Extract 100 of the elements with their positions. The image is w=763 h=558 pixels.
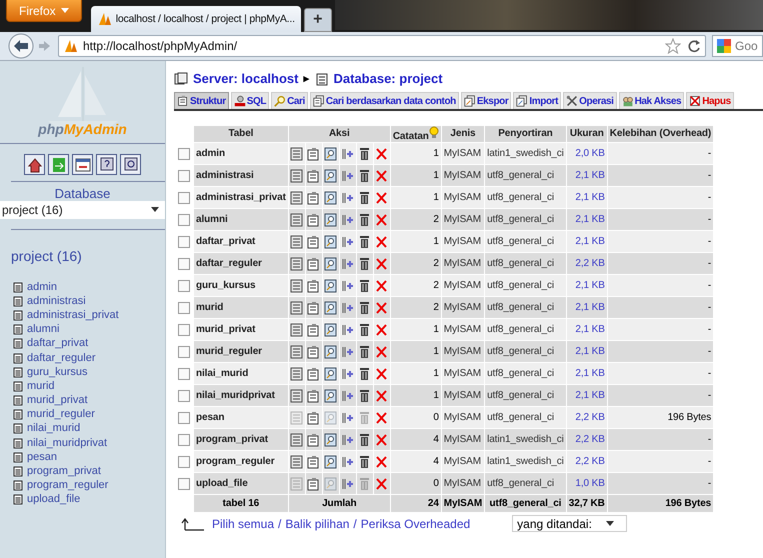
table-icon[interactable] (13, 282, 23, 293)
back-icon[interactable] (6, 33, 36, 59)
bulk-link[interactable]: Periksa Overheaded (360, 516, 470, 530)
table-icon[interactable] (13, 409, 23, 420)
empty-icon[interactable] (358, 234, 372, 248)
structure-icon[interactable] (307, 234, 320, 248)
row-checkbox[interactable] (178, 236, 190, 248)
table-link[interactable]: administrasi_privat (27, 308, 119, 322)
column-header[interactable]: Penyortiran (485, 126, 566, 142)
browse-icon[interactable] (290, 146, 304, 160)
structure-icon[interactable] (307, 190, 320, 204)
table-icon[interactable] (13, 395, 23, 406)
browse-icon[interactable] (290, 212, 304, 226)
search-icon[interactable] (324, 234, 338, 248)
column-header[interactable]: Tabel (194, 126, 288, 142)
browse-icon[interactable] (290, 234, 304, 248)
empty-icon[interactable] (358, 322, 372, 336)
search-icon[interactable] (324, 146, 338, 160)
database-select[interactable]: project (16) (0, 201, 165, 219)
insert-icon[interactable] (341, 410, 354, 424)
tab[interactable]: SQL (230, 92, 270, 109)
tab[interactable]: Cari (271, 92, 308, 109)
column-header[interactable]: Aksi (288, 126, 390, 142)
empty-icon[interactable] (358, 344, 372, 358)
structure-icon[interactable] (307, 168, 320, 182)
drop-icon[interactable] (375, 454, 388, 468)
insert-icon[interactable] (341, 366, 354, 380)
structure-icon[interactable] (307, 212, 320, 226)
table-link[interactable]: daftar_reguler (27, 352, 96, 365)
table-icon[interactable] (13, 438, 23, 449)
insert-icon[interactable] (341, 256, 354, 270)
table-name-link[interactable]: alumni (196, 214, 228, 225)
server-link[interactable]: Server: localhost (193, 71, 298, 86)
table-link[interactable]: alumni (27, 323, 60, 336)
sql-window-button[interactable] (72, 154, 93, 175)
search-icon[interactable] (324, 168, 338, 182)
drop-icon[interactable] (375, 278, 388, 292)
row-checkbox[interactable] (178, 192, 190, 204)
search-icon[interactable] (324, 278, 338, 292)
row-checkbox[interactable] (178, 390, 190, 402)
table-icon[interactable] (13, 366, 23, 378)
search-icon[interactable] (324, 190, 338, 204)
insert-icon[interactable] (341, 476, 354, 490)
browser-tab[interactable]: localhost / localhost / project | phpMyA... (90, 6, 301, 32)
insert-icon[interactable] (341, 212, 354, 226)
empty-icon[interactable] (358, 168, 372, 182)
browse-icon[interactable] (290, 388, 304, 402)
query-button[interactable] (120, 154, 141, 175)
database-link[interactable]: project (16) (0, 230, 165, 280)
browse-icon[interactable] (290, 168, 304, 182)
insert-icon[interactable] (341, 190, 354, 204)
table-link[interactable]: murid (27, 380, 55, 393)
insert-icon[interactable] (341, 344, 354, 358)
structure-icon[interactable] (307, 344, 320, 358)
empty-icon[interactable] (358, 366, 372, 380)
database-link[interactable]: Database: project (334, 71, 443, 86)
browse-icon[interactable] (290, 190, 304, 204)
table-icon[interactable] (13, 310, 23, 321)
drop-icon[interactable] (375, 322, 388, 336)
structure-icon[interactable] (307, 388, 320, 402)
empty-icon[interactable] (358, 388, 372, 402)
search-icon[interactable] (324, 454, 338, 468)
tab[interactable]: Ekspor (460, 92, 512, 109)
table-name-link[interactable]: murid (196, 302, 224, 313)
tab[interactable]: Cari berdasarkan data contoh (310, 92, 459, 109)
action-select[interactable]: yang ditandai: (512, 515, 628, 532)
empty-icon[interactable] (358, 300, 372, 314)
table-link[interactable]: murid_privat (27, 394, 88, 408)
table-icon[interactable] (13, 466, 23, 478)
table-icon[interactable] (13, 352, 23, 364)
row-checkbox[interactable] (178, 170, 190, 182)
table-name-link[interactable]: pesan (196, 412, 224, 423)
browse-icon[interactable] (290, 322, 304, 336)
table-link[interactable]: administrasi (27, 294, 86, 308)
column-header[interactable]: Kelebihan (Overhead) (608, 126, 714, 142)
search-field[interactable]: Goo (712, 35, 763, 57)
row-checkbox[interactable] (178, 302, 190, 314)
row-checkbox[interactable] (178, 434, 190, 446)
table-link[interactable]: daftar_privat (27, 337, 88, 350)
table-link[interactable]: murid_reguler (27, 408, 95, 422)
browse-icon[interactable] (290, 278, 304, 292)
drop-icon[interactable] (375, 234, 388, 248)
structure-icon[interactable] (307, 322, 320, 336)
empty-icon[interactable] (358, 190, 372, 204)
insert-icon[interactable] (341, 300, 354, 314)
exit-button[interactable] (48, 154, 69, 175)
row-checkbox[interactable] (178, 280, 190, 292)
table-icon[interactable] (13, 324, 23, 336)
browse-icon[interactable] (290, 366, 304, 380)
table-link[interactable]: upload_file (27, 493, 80, 506)
address-field[interactable]: http://localhost/phpMyAdmin/ (58, 35, 706, 57)
bookmark-star-icon[interactable] (665, 38, 681, 54)
search-icon[interactable] (324, 344, 338, 358)
row-checkbox[interactable] (178, 258, 190, 270)
empty-icon[interactable] (358, 212, 372, 226)
browse-icon[interactable] (290, 432, 304, 446)
insert-icon[interactable] (341, 146, 354, 160)
structure-icon[interactable] (307, 410, 320, 424)
table-link[interactable]: pesan (27, 450, 57, 464)
home-button[interactable] (24, 154, 45, 175)
